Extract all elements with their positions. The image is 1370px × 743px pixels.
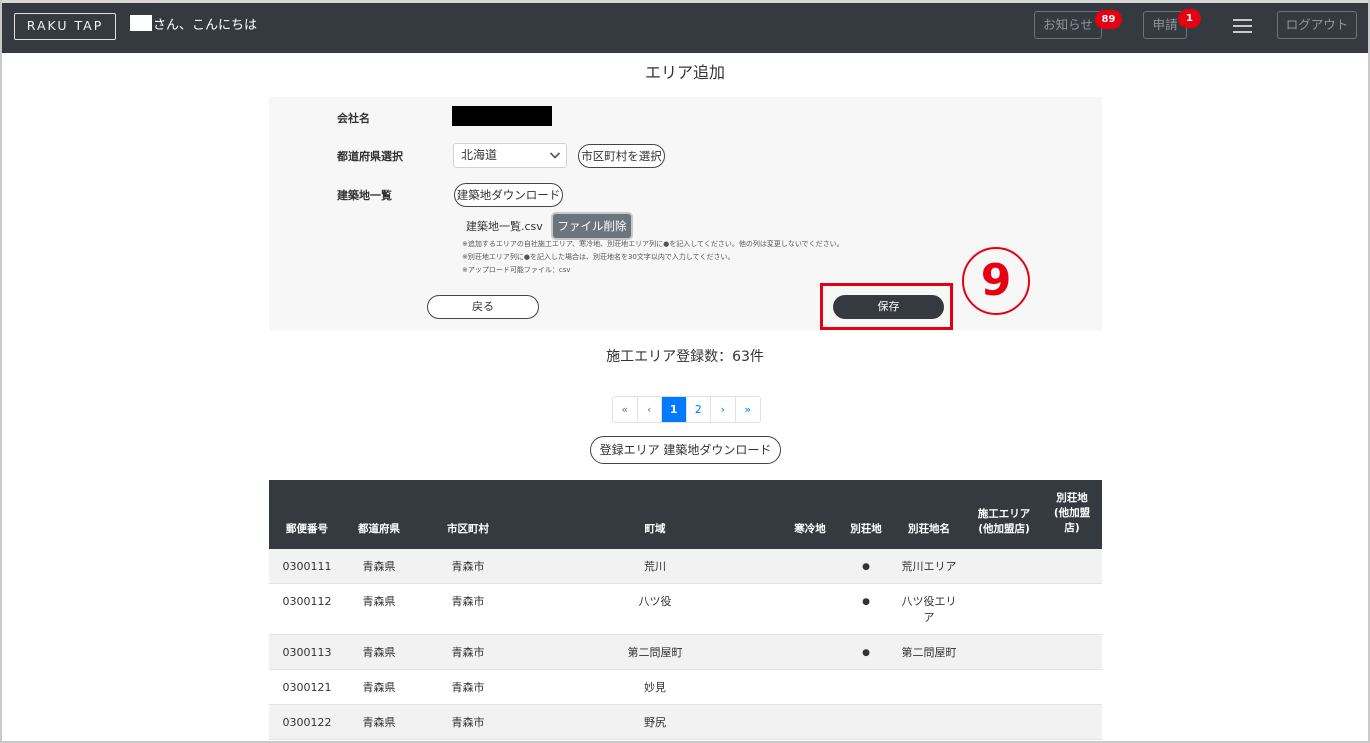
col-other-villa-line2: (他加盟: [1053, 507, 1091, 519]
greeting-text: さん、こんにちは: [153, 18, 258, 33]
cell-zip: 0300113: [282, 646, 332, 659]
prefecture-selected-value: 北海道: [461, 148, 498, 162]
table-row: 0300112 青森県 青森市 八ツ役 ● 八ツ役エリア: [269, 584, 1102, 635]
col-other-area: 施工エリア (他加盟店): [969, 507, 1039, 537]
table-row: 0300111 青森県 青森市 荒川 ● 荒川エリア: [269, 549, 1102, 584]
notice-count-badge: 89: [1095, 10, 1122, 29]
col-city: 市区町村: [433, 522, 503, 537]
file-delete-button[interactable]: ファイル削除: [553, 214, 631, 238]
prefecture-label: 都道府県選択: [337, 150, 403, 163]
page-last-button[interactable]: »: [735, 397, 760, 422]
note-line-3: ※アップロード可能ファイル：csv: [462, 266, 571, 274]
cell-town: 野尻: [644, 716, 666, 729]
raku-tap-logo[interactable]: RAKU TAP: [14, 13, 116, 40]
col-zip-label: 郵便番号: [286, 523, 328, 535]
select-city-button[interactable]: 市区町村を選択: [578, 144, 665, 168]
note-line-2: ※別荘地エリア列に●を記入した場合は、別荘地名を30文字以内で入力してください。: [462, 253, 735, 261]
col-town-label: 町域: [644, 523, 666, 535]
col-other-villa: 別荘地 (他加盟 店): [1047, 491, 1097, 536]
col-city-label: 市区町村: [447, 523, 489, 535]
page-2-button[interactable]: 2: [686, 397, 711, 422]
cell-town: 第二問屋町: [627, 646, 683, 659]
col-prefecture: 都道府県: [345, 522, 413, 537]
cell-city: 青森市: [451, 681, 485, 694]
page-prev-button[interactable]: ‹: [637, 397, 662, 422]
top-navbar: RAKU TAP さん、こんにちは お知らせ 89 申請 1 ログアウト: [0, 0, 1370, 53]
cell-zip: 0300122: [282, 716, 332, 729]
cell-villa-name: 第二問屋町: [901, 646, 957, 659]
user-name-redaction: [130, 15, 152, 31]
cell-prefecture: 青森県: [362, 646, 396, 659]
cell-prefecture: 青森県: [362, 560, 396, 573]
cell-villa-name: 八ツ役エリ: [901, 595, 957, 608]
step-number-marker: 9: [962, 247, 1030, 315]
note-line-1: ※追加するエリアの自社施工エリア、寒冷地、別荘地エリア列に●を記入してください。…: [462, 240, 844, 248]
col-villa-label: 別荘地: [850, 523, 882, 535]
cell-prefecture: 青森県: [362, 681, 396, 694]
cell-prefecture: 青森県: [362, 595, 396, 608]
page-title: エリア追加: [644, 63, 725, 82]
chevron-down-icon: [549, 152, 561, 159]
table-row: 0300122 青森県 青森市 野尻: [269, 705, 1102, 740]
cell-villa-name: ア: [923, 611, 935, 624]
table-body: 0300111 青森県 青森市 荒川 ● 荒川エリア 0300112 青森県 青森市 八ツ役 ● 八ツ…: [269, 549, 1102, 740]
cell-city: 青森市: [451, 716, 485, 729]
cell-town: 妙見: [644, 681, 666, 694]
cell-zip: 0300121: [282, 681, 332, 694]
table-header: 郵便番号 都道府県 市区町村 町域 寒冷地 別荘地 別荘地名 施工エリア (他加…: [269, 480, 1102, 549]
area-table: 郵便番号 都道府県 市区町村 町域 寒冷地 別荘地 別荘地名 施工エリア (他加…: [269, 480, 1102, 740]
col-villa-name-label: 別荘地名: [908, 523, 950, 535]
col-town: 町域: [615, 522, 695, 537]
registered-area-download-button[interactable]: 登録エリア 建築地ダウンロード: [590, 436, 781, 464]
apply-count-badge: 1: [1178, 9, 1201, 28]
col-other-villa-line3: 店): [1064, 522, 1080, 534]
cell-town: 八ツ役: [638, 595, 672, 608]
hamburger-menu-icon[interactable]: [1233, 19, 1252, 33]
page-first-button[interactable]: «: [613, 397, 638, 422]
logout-button[interactable]: ログアウト: [1277, 11, 1357, 39]
cell-villa-name: 荒川エリア: [901, 560, 957, 573]
cell-city: 青森市: [451, 595, 485, 608]
table-row: 0300113 青森県 青森市 第二問屋町 ● 第二問屋町: [269, 635, 1102, 670]
pagination: « ‹ 1 2 › »: [612, 396, 761, 423]
notice-label: お知らせ: [1043, 17, 1093, 32]
col-cold-region-label: 寒冷地: [794, 523, 826, 535]
cell-prefecture: 青森県: [362, 716, 396, 729]
col-zip: 郵便番号: [269, 522, 345, 537]
col-villa-name: 別荘地名: [901, 522, 957, 537]
prefecture-select[interactable]: 北海道: [453, 143, 567, 168]
cell-villa: ●: [862, 562, 870, 572]
logout-label: ログアウト: [1285, 17, 1349, 32]
back-button[interactable]: 戻る: [427, 295, 539, 319]
company-label: 会社名: [337, 112, 370, 125]
page-1-button[interactable]: 1: [662, 397, 687, 422]
site-download-button[interactable]: 建築地ダウンロード: [454, 183, 563, 207]
col-other-area-line2: (他加盟店): [978, 523, 1030, 535]
site-list-label: 建築地一覧: [337, 189, 392, 202]
table-row: 0300121 青森県 青森市 妙見: [269, 670, 1102, 705]
cell-villa: ●: [862, 648, 870, 658]
cell-zip: 0300111: [282, 560, 332, 573]
cell-city: 青森市: [451, 646, 485, 659]
col-prefecture-label: 都道府県: [358, 523, 400, 535]
col-other-villa-line1: 別荘地: [1056, 492, 1088, 504]
registered-area-count: 施工エリア登録数：63件: [606, 349, 764, 365]
col-villa: 別荘地: [845, 522, 887, 537]
cell-city: 青森市: [451, 560, 485, 573]
page-next-button[interactable]: ›: [711, 397, 736, 422]
company-name-redaction: [452, 106, 552, 126]
apply-label: 申請: [1152, 17, 1178, 32]
save-highlight-box: [820, 283, 953, 330]
notice-button[interactable]: お知らせ: [1034, 11, 1102, 39]
col-cold-region: 寒冷地: [789, 522, 831, 537]
cell-zip: 0300112: [282, 595, 332, 608]
cell-villa: ●: [862, 597, 870, 607]
cell-town: 荒川: [644, 560, 666, 573]
col-other-area-line1: 施工エリア: [977, 508, 1031, 520]
uploaded-file-name: 建築地一覧.csv: [466, 220, 543, 233]
